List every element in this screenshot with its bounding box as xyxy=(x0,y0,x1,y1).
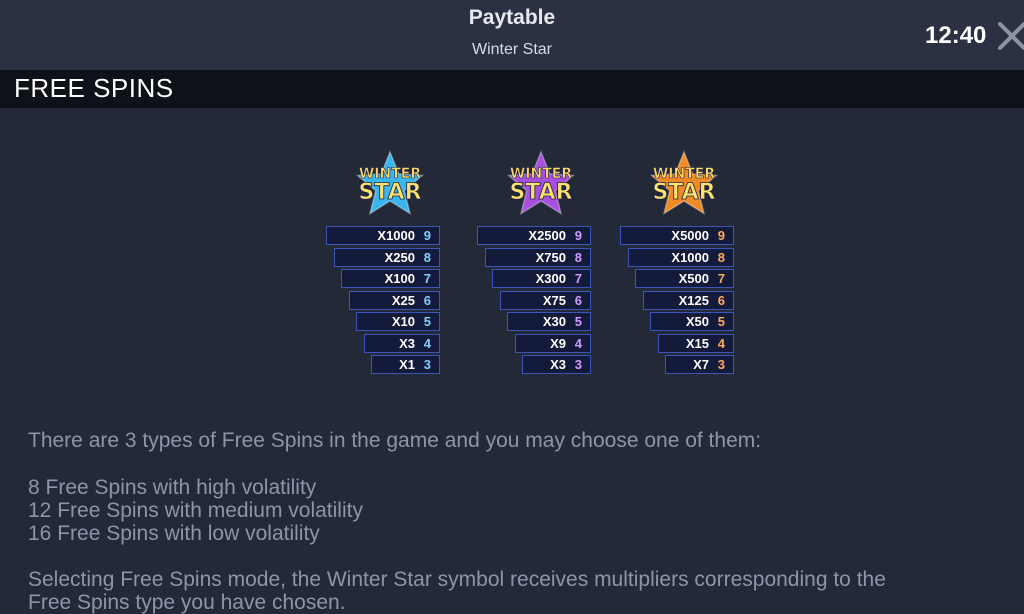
pay-row: X125 6 xyxy=(642,290,734,310)
multiplier-value: X10 xyxy=(391,314,415,329)
pay-row: X30 5 xyxy=(507,312,591,331)
symbol-count: 7 xyxy=(423,271,431,286)
symbol-count: 8 xyxy=(717,249,725,265)
pay-row: X75 6 xyxy=(499,290,591,310)
star-icon: WINTERSTAR xyxy=(649,149,719,216)
paytable-orange: WINTER STAR X5000 9 X1000 8 X500 7 X125 6 X50 5 X15… xyxy=(620,146,740,386)
multiplier-value: X75 xyxy=(542,292,566,308)
pay-row: X10 5 xyxy=(356,312,440,331)
symbol-count: 5 xyxy=(423,314,431,329)
symbol-count: 9 xyxy=(423,228,431,243)
symbol-count: 6 xyxy=(423,292,431,308)
option-medium-volatility: 12 Free Spins with medium volatility xyxy=(28,499,363,522)
symbol-count: 5 xyxy=(717,314,725,329)
symbol-count: 3 xyxy=(574,357,582,372)
pay-row: X100 7 xyxy=(341,269,440,288)
multiplier-value: X100 xyxy=(384,271,415,286)
symbol-word-2: STAR xyxy=(358,180,421,205)
description-intro: There are 3 types of Free Spins in the g… xyxy=(28,429,762,452)
pay-row: X9 4 xyxy=(514,333,591,353)
winter-star-symbol-blue: WINTER STAR xyxy=(352,146,428,222)
symbol-count: 7 xyxy=(574,271,582,286)
symbol-count: 7 xyxy=(717,271,725,286)
pay-row: X3 3 xyxy=(522,355,591,374)
multiplier-value: X250 xyxy=(384,249,415,265)
symbol-word-2: STAR xyxy=(652,180,715,205)
option-high-volatility: 8 Free Spins with high volatility xyxy=(28,476,317,499)
pay-row: X50 5 xyxy=(650,312,734,331)
multiplier-value: X9 xyxy=(550,335,566,351)
multiplier-value: X25 xyxy=(391,292,415,308)
multiplier-value: X125 xyxy=(678,292,709,308)
multiplier-value: X15 xyxy=(685,335,709,351)
pay-row: X500 7 xyxy=(635,269,734,288)
multiplier-value: X50 xyxy=(685,314,709,329)
multiplier-value: X1 xyxy=(399,357,415,372)
pay-row: X7 3 xyxy=(665,355,734,374)
section-title: FREE SPINS xyxy=(14,73,174,103)
multiplier-value: X500 xyxy=(678,271,709,286)
pay-row: X1000 9 xyxy=(326,226,440,245)
multiplier-value: X3 xyxy=(399,335,415,351)
winter-star-symbol-purple: WINTER STAR xyxy=(503,146,579,222)
symbol-count: 6 xyxy=(574,292,582,308)
symbol-count: 8 xyxy=(423,249,431,265)
pay-row: X3 4 xyxy=(363,333,440,353)
multiplier-value: X30 xyxy=(542,314,566,329)
pay-row: X25 6 xyxy=(348,290,440,310)
pay-row: X300 7 xyxy=(492,269,591,288)
multiplier-value: X1000 xyxy=(377,228,415,243)
symbol-count: 6 xyxy=(717,292,725,308)
clock: 12:40 xyxy=(925,22,987,49)
pay-row: X2500 9 xyxy=(477,226,591,245)
symbol-count: 4 xyxy=(717,335,725,351)
game-subtitle: Winter Star xyxy=(471,41,552,58)
multiplier-value: X300 xyxy=(535,271,566,286)
symbol-count: 9 xyxy=(717,228,725,243)
paytable-blue: WINTER STAR X1000 9 X250 8 X100 7 X25 6 X10 5 X3 4 X1… xyxy=(326,146,446,386)
pay-row: X1 3 xyxy=(371,355,440,374)
pay-row: X5000 9 xyxy=(620,226,734,245)
paytable-purple: WINTER STAR X2500 9 X750 8 X300 7 X75 6 X30 5 X9 4 X3… xyxy=(477,146,597,386)
option-low-volatility: 16 Free Spins with low volatility xyxy=(28,522,320,545)
close-icon xyxy=(998,22,1024,50)
symbol-count: 5 xyxy=(574,314,582,329)
star-icon: WINTERSTAR xyxy=(506,149,576,216)
description-footer-1: Selecting Free Spins mode, the Winter St… xyxy=(28,568,886,591)
multiplier-value: X7 xyxy=(693,357,709,372)
symbol-count: 4 xyxy=(423,335,431,351)
symbol-count: 8 xyxy=(574,249,582,265)
symbol-count: 3 xyxy=(717,357,725,372)
multiplier-value: X5000 xyxy=(671,228,709,243)
star-icon: WINTERSTAR xyxy=(355,149,425,216)
close-button[interactable] xyxy=(994,18,1024,54)
pay-row: X1000 8 xyxy=(627,247,734,267)
pay-row: X750 8 xyxy=(484,247,591,267)
multiplier-value: X2500 xyxy=(528,228,566,243)
symbol-count: 9 xyxy=(574,228,582,243)
multiplier-value: X750 xyxy=(535,249,566,265)
symbol-count: 4 xyxy=(574,335,582,351)
symbol-count: 3 xyxy=(423,357,431,372)
pay-row: X15 4 xyxy=(657,333,734,353)
description-footer-2: Free Spins type you have chosen. xyxy=(28,591,346,614)
page-title: Paytable xyxy=(468,6,556,29)
multiplier-value: X1000 xyxy=(671,249,709,265)
symbol-word-2: STAR xyxy=(509,180,572,205)
pay-row: X250 8 xyxy=(333,247,440,267)
winter-star-symbol-orange: WINTER STAR xyxy=(646,146,722,222)
multiplier-value: X3 xyxy=(550,357,566,372)
